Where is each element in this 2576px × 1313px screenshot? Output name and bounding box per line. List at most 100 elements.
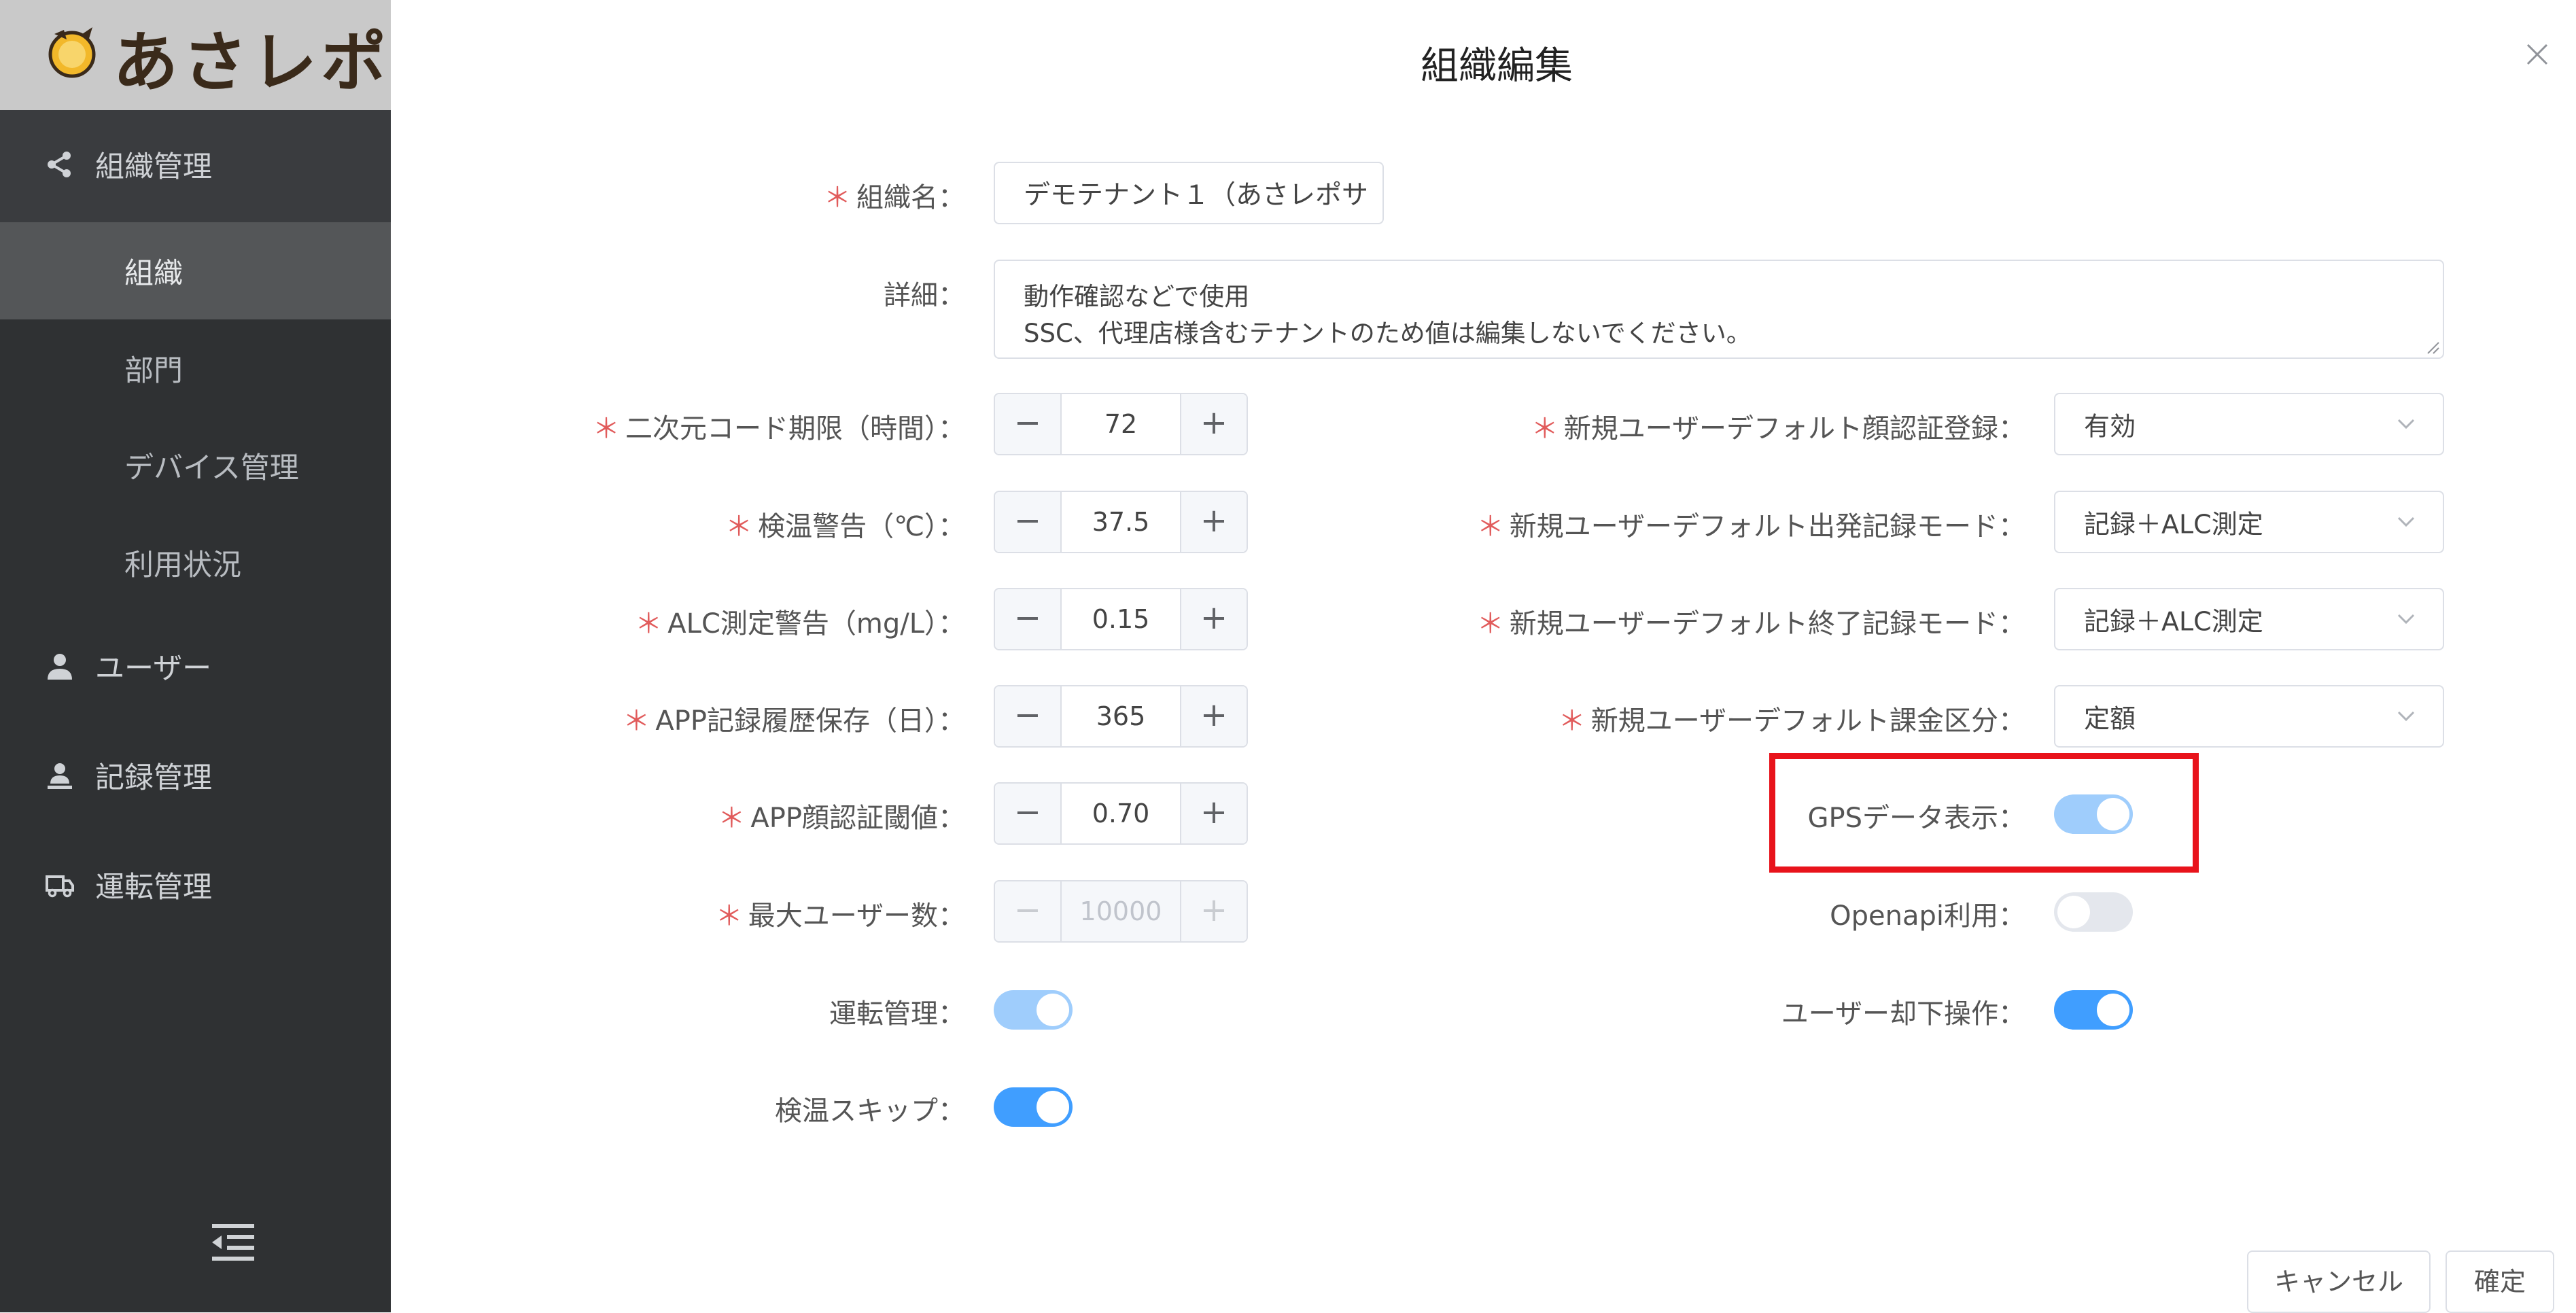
temp-warning-label-text: 検温警告（℃）： [758, 511, 965, 542]
chevron-down-icon [2397, 517, 2415, 527]
increment-button[interactable]: + [1180, 492, 1247, 552]
detail-line-2: SSC、代理店様含むテナントのため値は編集しないでください。 [1024, 319, 1752, 348]
default-depart-mode-select[interactable]: 記録＋ALC測定 [2054, 491, 2444, 553]
required-mark: ＊ [1531, 413, 1559, 444]
temp-skip-toggle[interactable] [994, 1087, 1073, 1127]
highlight-box [1769, 753, 2199, 873]
sidebar: あさレポ 組織管理 組織 部門 デバイス管理 利用状況 ユーザー 記録管理 運転… [0, 0, 391, 1312]
max-users-value: 10000 [1079, 896, 1162, 926]
org-name-label-text: 組織名： [856, 182, 965, 213]
required-mark: ＊ [725, 511, 753, 542]
default-end-mode-label: ＊新規ユーザーデフォルト終了記録モード： [1477, 601, 2025, 641]
decrement-button[interactable]: − [995, 589, 1062, 649]
decrement-button: − [995, 881, 1062, 941]
org-name-label: ＊組織名： [824, 175, 965, 215]
confirm-button[interactable]: 確定 [2446, 1250, 2554, 1313]
close-icon[interactable] [2525, 42, 2549, 67]
decrement-button[interactable]: − [995, 784, 1062, 843]
toggle-knob [2097, 994, 2129, 1026]
detail-label: 詳細： [884, 280, 965, 311]
required-mark: ＊ [824, 182, 851, 213]
menu-users[interactable]: ユーザー [0, 618, 391, 714]
logo-area: あさレポ [0, 0, 391, 110]
temp-warning-label: ＊検温警告（℃）： [725, 504, 965, 544]
default-depart-mode-value: 記録＋ALC測定 [2084, 509, 2263, 540]
default-end-mode-select[interactable]: 記録＋ALC測定 [2054, 588, 2444, 650]
increment-button[interactable]: + [1180, 589, 1247, 649]
required-mark: ＊ [593, 413, 620, 444]
sidebar-item-label: デバイス管理 [124, 451, 299, 485]
share-icon [48, 152, 71, 177]
cancel-button[interactable]: キャンセル [2247, 1250, 2431, 1313]
required-mark: ＊ [715, 900, 743, 932]
decrement-button[interactable]: − [995, 394, 1062, 454]
resize-grip-icon[interactable] [2424, 338, 2440, 355]
user-reject-toggle[interactable] [2054, 990, 2133, 1030]
app-history-stepper: − 365 + [994, 685, 1248, 748]
toggle-knob [1037, 1091, 1069, 1123]
sidebar-item-usage[interactable]: 利用状況 [0, 514, 391, 611]
temp-skip-label: 検温スキップ： [775, 1096, 965, 1127]
sidebar-item-department[interactable]: 部門 [0, 319, 391, 417]
org-name-input[interactable]: デモテナント１（あさレポサ [994, 162, 1384, 224]
temp-warning-value[interactable]: 37.5 [1060, 492, 1181, 552]
default-end-mode-label-text: 新規ユーザーデフォルト終了記録モード： [1509, 608, 2025, 640]
decrement-button[interactable]: − [995, 686, 1062, 746]
increment-button: + [1180, 881, 1247, 941]
alc-warning-stepper: − 0.15 + [994, 588, 1248, 650]
increment-button[interactable]: + [1180, 784, 1247, 843]
app-history-label: ＊ APP記録履歴保存（日）： [623, 699, 965, 738]
required-mark: ＊ [1476, 608, 1504, 640]
alc-warning-label-text: ALC測定警告（mg/L）： [667, 608, 965, 640]
increment-button[interactable]: + [1180, 394, 1247, 454]
openapi-label: Openapi利用： [1830, 900, 2025, 932]
default-face-reg-label: ＊新規ユーザーデフォルト顔認証登録： [1531, 406, 2025, 446]
alc-warning-value[interactable]: 0.15 [1060, 589, 1181, 649]
menu-driving-management[interactable]: 運転管理 [0, 837, 391, 932]
logo-text: あさレポ [113, 24, 390, 101]
qr-expiry-value[interactable]: 72 [1060, 394, 1181, 454]
increment-button[interactable]: + [1180, 686, 1247, 746]
sidebar-item-label: 組織 [124, 256, 183, 291]
user-reject-label: ユーザー却下操作： [1781, 998, 2025, 1030]
sidebar-item-org[interactable]: 組織 [0, 222, 391, 319]
default-billing-label: ＊新規ユーザーデフォルト課金区分： [1559, 699, 2025, 738]
app-face-threshold-label-text: APP顔認証閾値： [750, 803, 965, 834]
default-depart-mode-label: ＊新規ユーザーデフォルト出発記録モード： [1477, 504, 2025, 544]
max-users-label: ＊最大ユーザー数： [716, 894, 965, 933]
required-mark: ＊ [623, 705, 650, 737]
decrement-button[interactable]: − [995, 492, 1062, 552]
menu-org-management-label: 組織管理 [95, 150, 212, 184]
required-mark: ＊ [1476, 511, 1504, 542]
menu-users-label: ユーザー [95, 652, 212, 686]
menu-org-group: 組織管理 [0, 110, 391, 222]
chevron-down-icon [2397, 614, 2415, 625]
app-history-value[interactable]: 365 [1060, 686, 1181, 746]
detail-line-1: 動作確認などで使用 [1024, 282, 1250, 311]
required-mark: ＊ [1558, 705, 1586, 737]
driving-mgmt-toggle[interactable] [994, 990, 1073, 1030]
menu-org-management[interactable]: 組織管理 [0, 117, 391, 212]
dialog-title: 組織編集 [1421, 44, 1573, 88]
openapi-toggle[interactable] [2054, 892, 2133, 932]
default-billing-select[interactable]: 定額 [2054, 685, 2444, 748]
toggle-knob [2057, 896, 2090, 928]
detail-textarea[interactable]: 動作確認などで使用 SSC、代理店様含むテナントのため値は編集しないでください。 [994, 260, 2444, 359]
sidebar-item-device-management[interactable]: デバイス管理 [0, 417, 391, 514]
max-users-label-text: 最大ユーザー数： [748, 900, 965, 932]
menu-record-management[interactable]: 記録管理 [0, 728, 391, 823]
truck-icon [46, 875, 74, 898]
app-face-threshold-value[interactable]: 0.70 [1060, 784, 1181, 843]
menu-record-management-label: 記録管理 [95, 761, 212, 795]
qr-expiry-label: ＊二次元コード期限（時間）： [593, 406, 965, 446]
menu-driving-management-label: 運転管理 [95, 871, 212, 905]
app-face-threshold-stepper: − 0.70 + [994, 782, 1248, 845]
qr-expiry-stepper: − 72 + [994, 393, 1248, 455]
collapse-menu-icon[interactable] [209, 1219, 257, 1266]
default-billing-value: 定額 [2084, 703, 2136, 734]
default-face-reg-select[interactable]: 有効 [2054, 393, 2444, 455]
qr-expiry-label-text: 二次元コード期限（時間）： [625, 413, 965, 444]
toggle-knob [1037, 994, 1069, 1026]
driving-mgmt-label: 運転管理： [829, 998, 965, 1030]
default-face-reg-value: 有効 [2084, 411, 2136, 442]
